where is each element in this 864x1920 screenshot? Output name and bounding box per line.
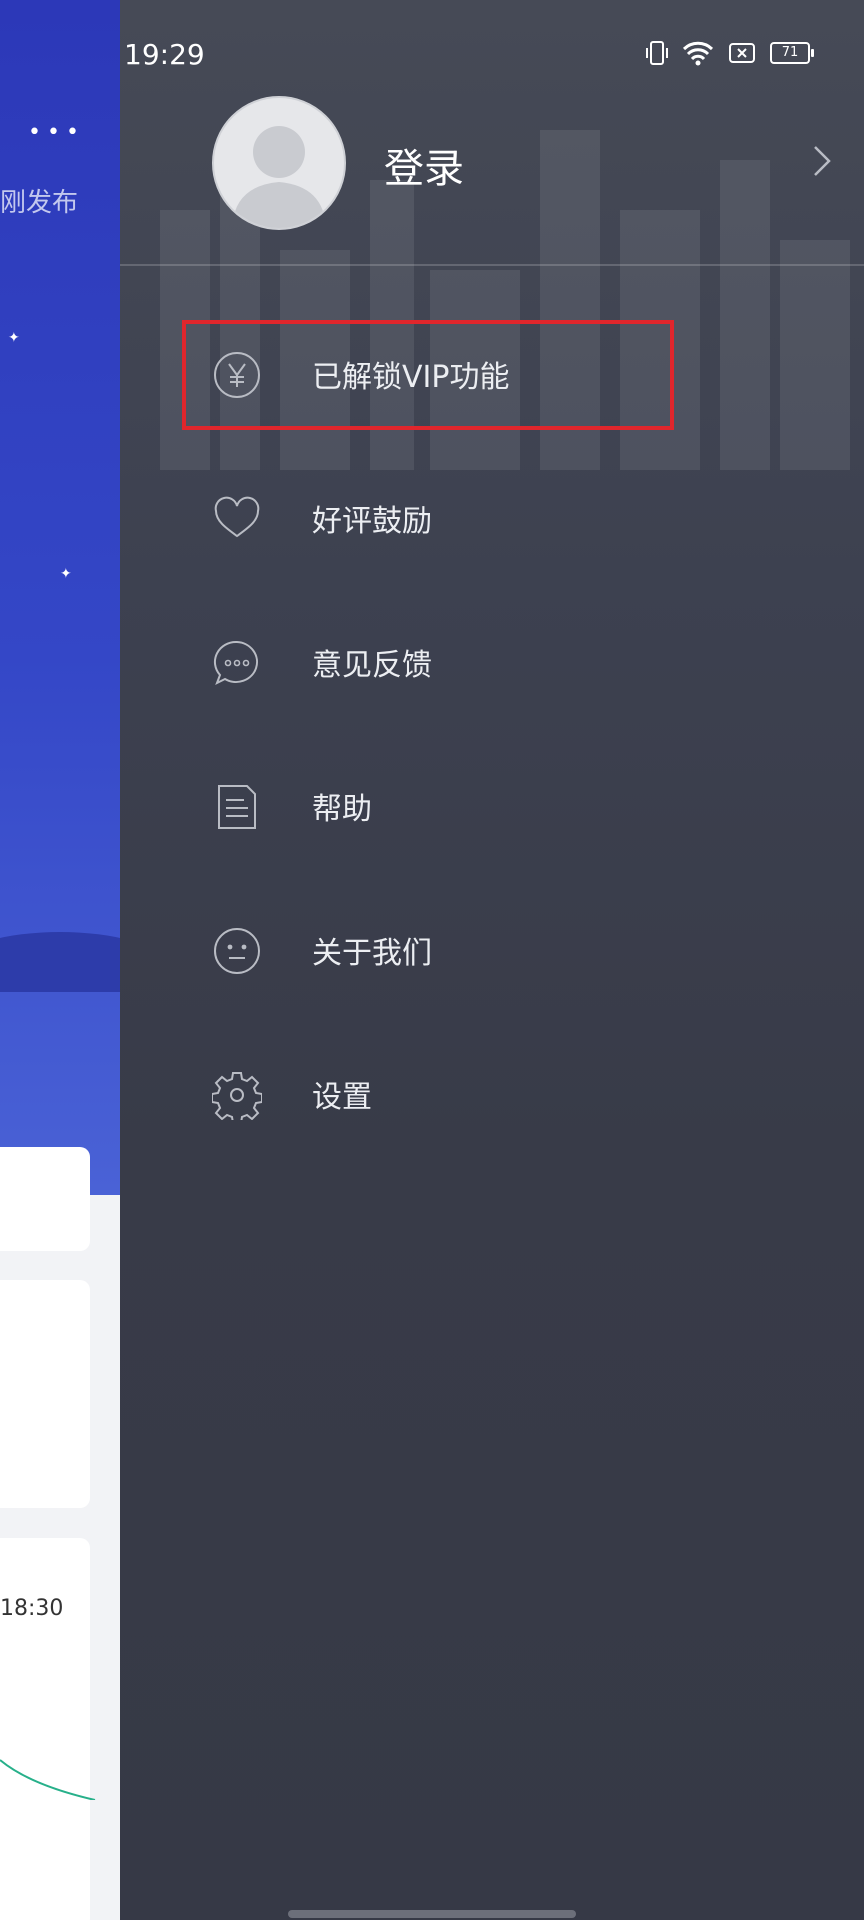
status-bar: 19:29 71: [120, 0, 864, 110]
vibrate-icon: [646, 41, 668, 65]
document-icon: [218, 785, 256, 829]
wifi-icon: [682, 41, 714, 66]
chevron-right-icon[interactable]: [812, 144, 832, 178]
login-label[interactable]: 登录: [384, 136, 464, 194]
navigation-drawer: 19:29 71 登录 已解锁VIP功能 好评鼓励 意见反馈 帮助 关于我们 设…: [120, 0, 864, 1920]
menu-item-label: 设置: [312, 1080, 372, 1115]
weather-hero: [0, 0, 120, 1195]
info-card[interactable]: [0, 1147, 90, 1251]
chat-icon: [213, 640, 259, 686]
user-silhouette-icon: [232, 126, 326, 228]
heart-icon: [214, 496, 260, 538]
login-row[interactable]: 登录: [212, 96, 832, 230]
menu-item-label: 关于我们: [312, 936, 432, 971]
menu-item-rate[interactable]: 好评鼓励: [212, 478, 732, 558]
status-time: 19:29: [124, 38, 205, 71]
battery-icon: 71: [770, 42, 814, 64]
info-card[interactable]: [0, 1280, 90, 1508]
forecast-time: 18:30: [0, 1596, 64, 1621]
highlight-box: [182, 320, 674, 430]
face-icon: [214, 928, 260, 974]
menu-item-settings[interactable]: 设置: [212, 1054, 732, 1134]
menu-item-label: 帮助: [312, 792, 372, 827]
temperature-curve: [0, 1759, 96, 1800]
background-app: ✦ ✦ ••• 刚发布 18:30: [0, 0, 120, 1920]
divider: [120, 264, 864, 266]
star-decoration: ✦: [60, 566, 72, 582]
publish-text: 刚发布: [0, 188, 79, 218]
menu-item-about[interactable]: 关于我们: [212, 910, 732, 990]
home-indicator[interactable]: [288, 1910, 576, 1918]
hill-decoration: [0, 932, 120, 992]
gear-icon: [212, 1072, 262, 1120]
sim-icon: [729, 43, 755, 63]
star-decoration: ✦: [8, 330, 20, 346]
menu-item-help[interactable]: 帮助: [212, 766, 732, 846]
more-button[interactable]: •••: [28, 120, 85, 145]
avatar[interactable]: [212, 96, 346, 230]
menu-item-label: 意见反馈: [312, 648, 432, 683]
menu-item-feedback[interactable]: 意见反馈: [212, 622, 732, 702]
menu-item-label: 好评鼓励: [312, 504, 432, 539]
